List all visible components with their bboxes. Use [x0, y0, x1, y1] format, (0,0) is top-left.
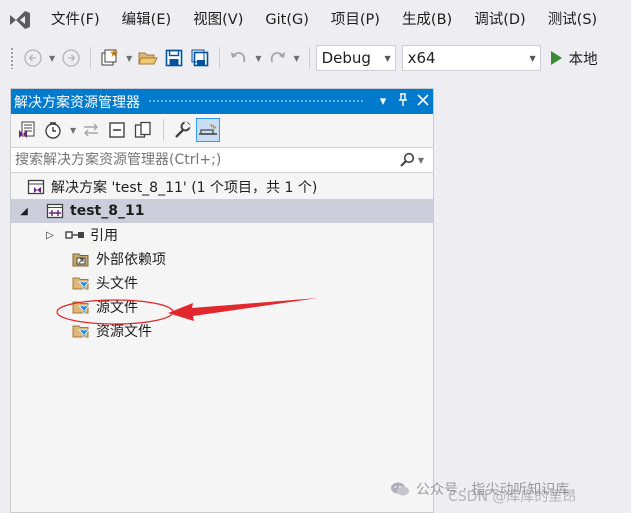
solution-icon — [26, 178, 46, 196]
configuration-select[interactable]: Debug ▼ — [315, 45, 396, 71]
undo-button[interactable] — [228, 45, 250, 71]
run-target-label: 本地 — [568, 51, 598, 68]
chevron-down-icon[interactable]: ▼ — [255, 54, 261, 63]
redo-icon — [271, 52, 286, 63]
tree-item-label: 源文件 — [96, 300, 138, 316]
chevron-down-icon[interactable]: ▼ — [70, 126, 76, 135]
solution-explorer-titlebar[interactable]: 解决方案资源管理器 ▾ — [11, 89, 433, 114]
forward-arrow-icon — [62, 49, 80, 67]
pending-changes-filter-button[interactable] — [41, 118, 65, 142]
menu-test[interactable]: 测试(S) — [537, 0, 609, 40]
start-debugging-button[interactable]: 本地 — [549, 45, 598, 71]
tree-item-references[interactable]: ▷ 引用 — [11, 223, 433, 247]
visual-studio-logo-icon[interactable] — [0, 0, 40, 40]
save-button[interactable] — [163, 45, 185, 71]
collapsed-triangle-icon[interactable]: ▷ — [43, 230, 57, 241]
toolbar-separator — [163, 119, 165, 141]
cpp-project-icon — [45, 202, 65, 220]
tree-item-project[interactable]: ◢ test_8_11 — [11, 199, 433, 223]
chevron-down-icon[interactable]: ▼ — [293, 54, 299, 63]
navigate-back-button[interactable] — [22, 45, 44, 71]
solution-explorer-toolbar: ▼ — [11, 114, 433, 146]
clock-icon — [45, 122, 61, 139]
filter-folder-icon — [71, 322, 91, 340]
menu-project[interactable]: 项目(P) — [320, 0, 391, 40]
configuration-value: Debug — [321, 49, 371, 67]
tree-item-label: 资源文件 — [96, 324, 152, 340]
sync-with-active-document-button[interactable] — [79, 118, 103, 142]
filter-folder-icon — [71, 274, 91, 292]
references-icon — [65, 226, 85, 244]
search-options-chevron-icon[interactable]: ▼ — [418, 156, 424, 165]
tree-item-header-files[interactable]: 头文件 — [11, 271, 433, 295]
collapse-all-icon — [109, 122, 125, 138]
open-folder-icon — [138, 52, 159, 65]
show-all-files-button[interactable] — [131, 118, 155, 142]
save-all-icon — [191, 49, 209, 67]
window-position-dropdown-icon[interactable]: ▾ — [373, 94, 393, 109]
new-project-icon — [101, 49, 119, 66]
chevron-down-icon: ▼ — [529, 53, 536, 63]
preview-selected-items-button[interactable] — [196, 118, 221, 142]
menu-build[interactable]: 生成(B) — [391, 0, 463, 40]
solution-search-input[interactable] — [15, 152, 395, 168]
sync-arrows-icon — [84, 123, 99, 137]
show-all-files-icon — [135, 121, 151, 138]
filter-folder-icon — [71, 298, 91, 316]
menu-view[interactable]: 视图(V) — [182, 0, 254, 40]
chevron-down-icon[interactable]: ▼ — [49, 54, 55, 63]
play-icon — [550, 51, 562, 65]
search-icon — [400, 152, 414, 167]
navigate-forward-button[interactable] — [60, 45, 82, 71]
toolbar-grip[interactable] — [10, 47, 14, 69]
new-project-button[interactable] — [99, 45, 121, 71]
panel-title: 解决方案资源管理器 — [14, 94, 140, 111]
preview-icon — [199, 123, 218, 135]
project-label: test_8_11 — [70, 203, 145, 219]
save-icon — [166, 49, 183, 67]
tree-item-solution[interactable]: 解决方案 'test_8_11' (1 个项目，共 1 个) — [11, 175, 433, 199]
tree-item-source-files[interactable]: 源文件 — [11, 295, 433, 319]
csdn-watermark: CSDN @库库的里昂 — [448, 489, 577, 505]
tree-item-label: 引用 — [90, 228, 118, 244]
save-all-button[interactable] — [189, 45, 211, 71]
titlebar-grip[interactable] — [148, 99, 365, 104]
properties-button[interactable] — [170, 118, 194, 142]
tree-item-label: 头文件 — [96, 276, 138, 292]
expanded-triangle-icon[interactable]: ◢ — [17, 206, 31, 217]
tree-item-label: 外部依赖项 — [96, 252, 166, 268]
wechat-logo-icon — [391, 482, 409, 496]
collapse-all-button[interactable] — [105, 118, 129, 142]
solution-tree: 解决方案 'test_8_11' (1 个项目，共 1 个) ◢ test_8_… — [11, 175, 433, 343]
menu-edit[interactable]: 编辑(E) — [111, 0, 182, 40]
close-icon[interactable] — [413, 93, 433, 110]
switch-views-button[interactable] — [15, 118, 39, 142]
tree-item-resource-files[interactable]: 资源文件 — [11, 319, 433, 343]
switch-views-icon — [19, 121, 35, 138]
solution-label: 解决方案 'test_8_11' (1 个项目，共 1 个) — [51, 180, 318, 196]
menu-bar: 文件(F) 编辑(E) 视图(V) Git(G) 项目(P) 生成(B) 调试(… — [0, 0, 631, 40]
menu-file[interactable]: 文件(F) — [40, 0, 111, 40]
wrench-icon — [175, 121, 192, 138]
solution-explorer-panel: 解决方案资源管理器 ▾ ▼ 搜索解决方案资源管理器(Ctrl+;) ▼ 解决方案… — [10, 88, 434, 513]
chevron-down-icon: ▼ — [384, 53, 391, 63]
menu-debug[interactable]: 调试(D) — [463, 0, 536, 40]
platform-select[interactable]: x64 ▼ — [401, 45, 541, 71]
platform-value: x64 — [407, 49, 436, 67]
redo-button[interactable] — [266, 45, 288, 71]
standard-toolbar: ▼ ▼ ▼ ▼ Debug ▼ x64 ▼ 本地 — [0, 40, 631, 76]
toolbar-separator — [90, 47, 92, 69]
menu-git[interactable]: Git(G) — [254, 0, 320, 40]
back-arrow-icon — [24, 49, 42, 67]
undo-icon — [231, 52, 246, 63]
open-file-button[interactable] — [137, 45, 159, 71]
toolbar-separator — [219, 47, 221, 69]
toolbar-separator — [308, 47, 310, 69]
solution-search-box[interactable]: ▼ — [11, 147, 433, 173]
external-dependencies-icon — [71, 250, 91, 268]
pin-icon[interactable] — [393, 92, 413, 111]
tree-item-external-dependencies[interactable]: 外部依赖项 — [11, 247, 433, 271]
chevron-down-icon[interactable]: ▼ — [126, 54, 132, 63]
